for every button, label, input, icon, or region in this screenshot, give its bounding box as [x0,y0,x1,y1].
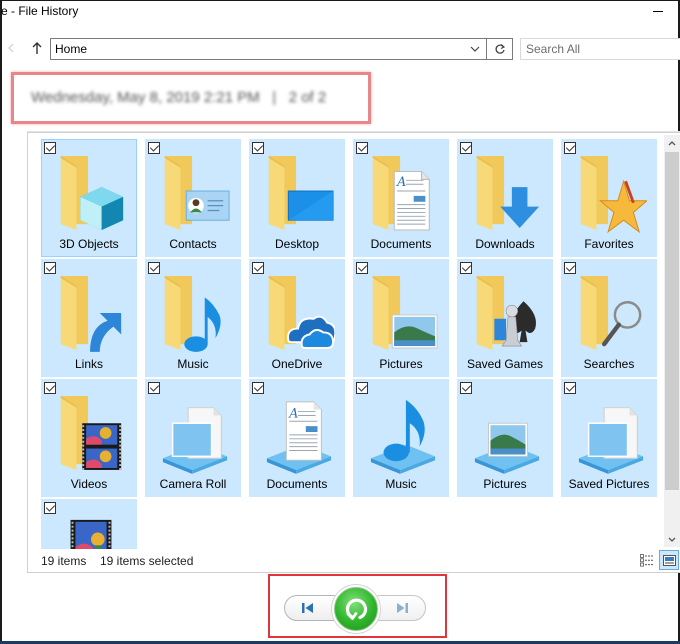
snapshot-date-highlight: Wednesday, May 8, 2019 2:21 PM | 2 of 2 [11,72,371,124]
details-view-icon [640,554,654,567]
item-label: Music [177,357,209,371]
status-item-count: 19 items [41,554,87,568]
address-value: Home [55,42,88,56]
file-item[interactable]: Music [145,259,241,377]
item-label: Pictures [483,477,527,491]
file-item[interactable]: A Documents [249,379,345,497]
minimize-icon [653,10,663,12]
chevron-down-icon [668,537,676,542]
search-input[interactable] [521,39,680,59]
snapshot-position: 2 of 2 [288,89,327,106]
window-border-left [0,0,2,642]
item-label: Music [385,477,417,491]
window-title: e - File History [1,4,79,18]
item-label: 3D Objects [59,237,119,251]
item-label: Pictures [379,357,423,371]
scroll-up-button[interactable] [664,135,680,151]
file-item[interactable]: Pictures [353,259,449,377]
restore-button[interactable] [334,587,378,631]
vertical-scrollbar[interactable] [664,135,680,547]
favorites-folder-icon [575,147,649,234]
item-label: Camera Roll [159,477,227,491]
onedrive-folder-icon [263,267,337,351]
svg-text:A: A [396,174,406,189]
details-view-button[interactable] [639,552,656,569]
file-grid: 3D Objects Contacts Desktop A Documents Downl… [41,139,666,549]
file-item[interactable]: Saved Games [457,259,553,377]
links-folder-icon [55,267,127,352]
status-selected-count: 19 items selected [100,554,194,568]
restore-icon [345,598,368,620]
file-item[interactable]: Pictures [457,379,553,497]
large-icons-view-button[interactable] [659,550,679,570]
item-label: Contacts [169,237,217,251]
chevron-down-icon [470,46,480,52]
up-arrow-icon [32,42,42,54]
saved-games-folder-icon [471,267,543,351]
item-label: Searches [583,357,635,371]
item-label: Saved Games [466,357,544,371]
item-label: Documents [266,477,328,491]
minimize-button[interactable] [648,2,668,20]
item-label: Desktop [274,237,320,251]
file-item[interactable]: OneDrive [249,259,345,377]
file-item[interactable]: Saved Pictures [561,379,657,497]
videos-library-icon [55,507,127,549]
back-button[interactable] [4,40,18,56]
file-list-panel: 3D Objects Contacts Desktop A Documents Downl… [27,132,680,573]
chevron-left-icon [8,43,14,53]
previous-version-icon [302,603,313,613]
file-item[interactable]: Videos [41,379,137,497]
refresh-icon [495,44,505,54]
up-button[interactable] [29,39,45,57]
saved-pictures-library-icon [575,387,647,474]
refresh-button[interactable] [486,38,513,60]
documents-folder-icon: A [367,147,439,231]
scroll-down-button[interactable] [664,531,680,547]
item-label: Links [74,357,103,371]
file-item[interactable]: Camera Roll [145,379,241,497]
svg-text:A: A [288,405,298,420]
address-dropdown-button[interactable] [466,39,484,59]
item-label: Favorites [584,237,634,251]
address-bar[interactable]: Home [50,38,487,60]
searches-folder-icon [575,267,647,351]
downloads-folder-icon [471,147,543,231]
scroll-thumb[interactable] [665,152,679,490]
file-item[interactable]: Desktop [249,139,345,257]
item-label: OneDrive [271,357,323,371]
snapshot-date-text: Wednesday, May 8, 2019 2:21 PM | 2 of 2 [31,89,326,106]
item-label: Saved Pictures [568,477,650,491]
item-label: Documents [370,237,432,251]
file-item[interactable]: 3D Objects [41,139,137,257]
pictures-folder-icon [367,267,439,351]
next-version-icon [397,603,408,613]
videos-folder-icon [55,387,127,471]
music-folder-icon [159,267,231,352]
file-item[interactable]: Favorites [561,139,657,257]
pictures-library-icon [471,387,543,474]
item-label: Videos [70,477,108,491]
file-item[interactable] [41,499,137,549]
music-library-icon [367,387,439,474]
window-border-top [0,0,680,1]
camera-roll-library-icon [159,387,231,474]
3d-objects-folder-icon [55,147,127,231]
file-item[interactable]: Links [41,259,137,377]
chevron-up-icon [668,140,676,145]
file-item[interactable]: A Documents [353,139,449,257]
file-item[interactable]: Downloads [457,139,553,257]
large-icons-view-icon [662,554,676,566]
item-label: Downloads [475,237,535,251]
search-box[interactable] [520,38,680,60]
file-item[interactable]: Contacts [145,139,241,257]
snapshot-separator: | [272,89,277,106]
desktop-folder-icon [263,147,335,231]
file-item[interactable]: Music [353,379,449,497]
contacts-folder-icon [159,147,231,231]
file-item[interactable]: Searches [561,259,657,377]
documents-library-icon: A [263,387,335,474]
snapshot-date: Wednesday, May 8, 2019 2:21 PM [31,89,260,106]
